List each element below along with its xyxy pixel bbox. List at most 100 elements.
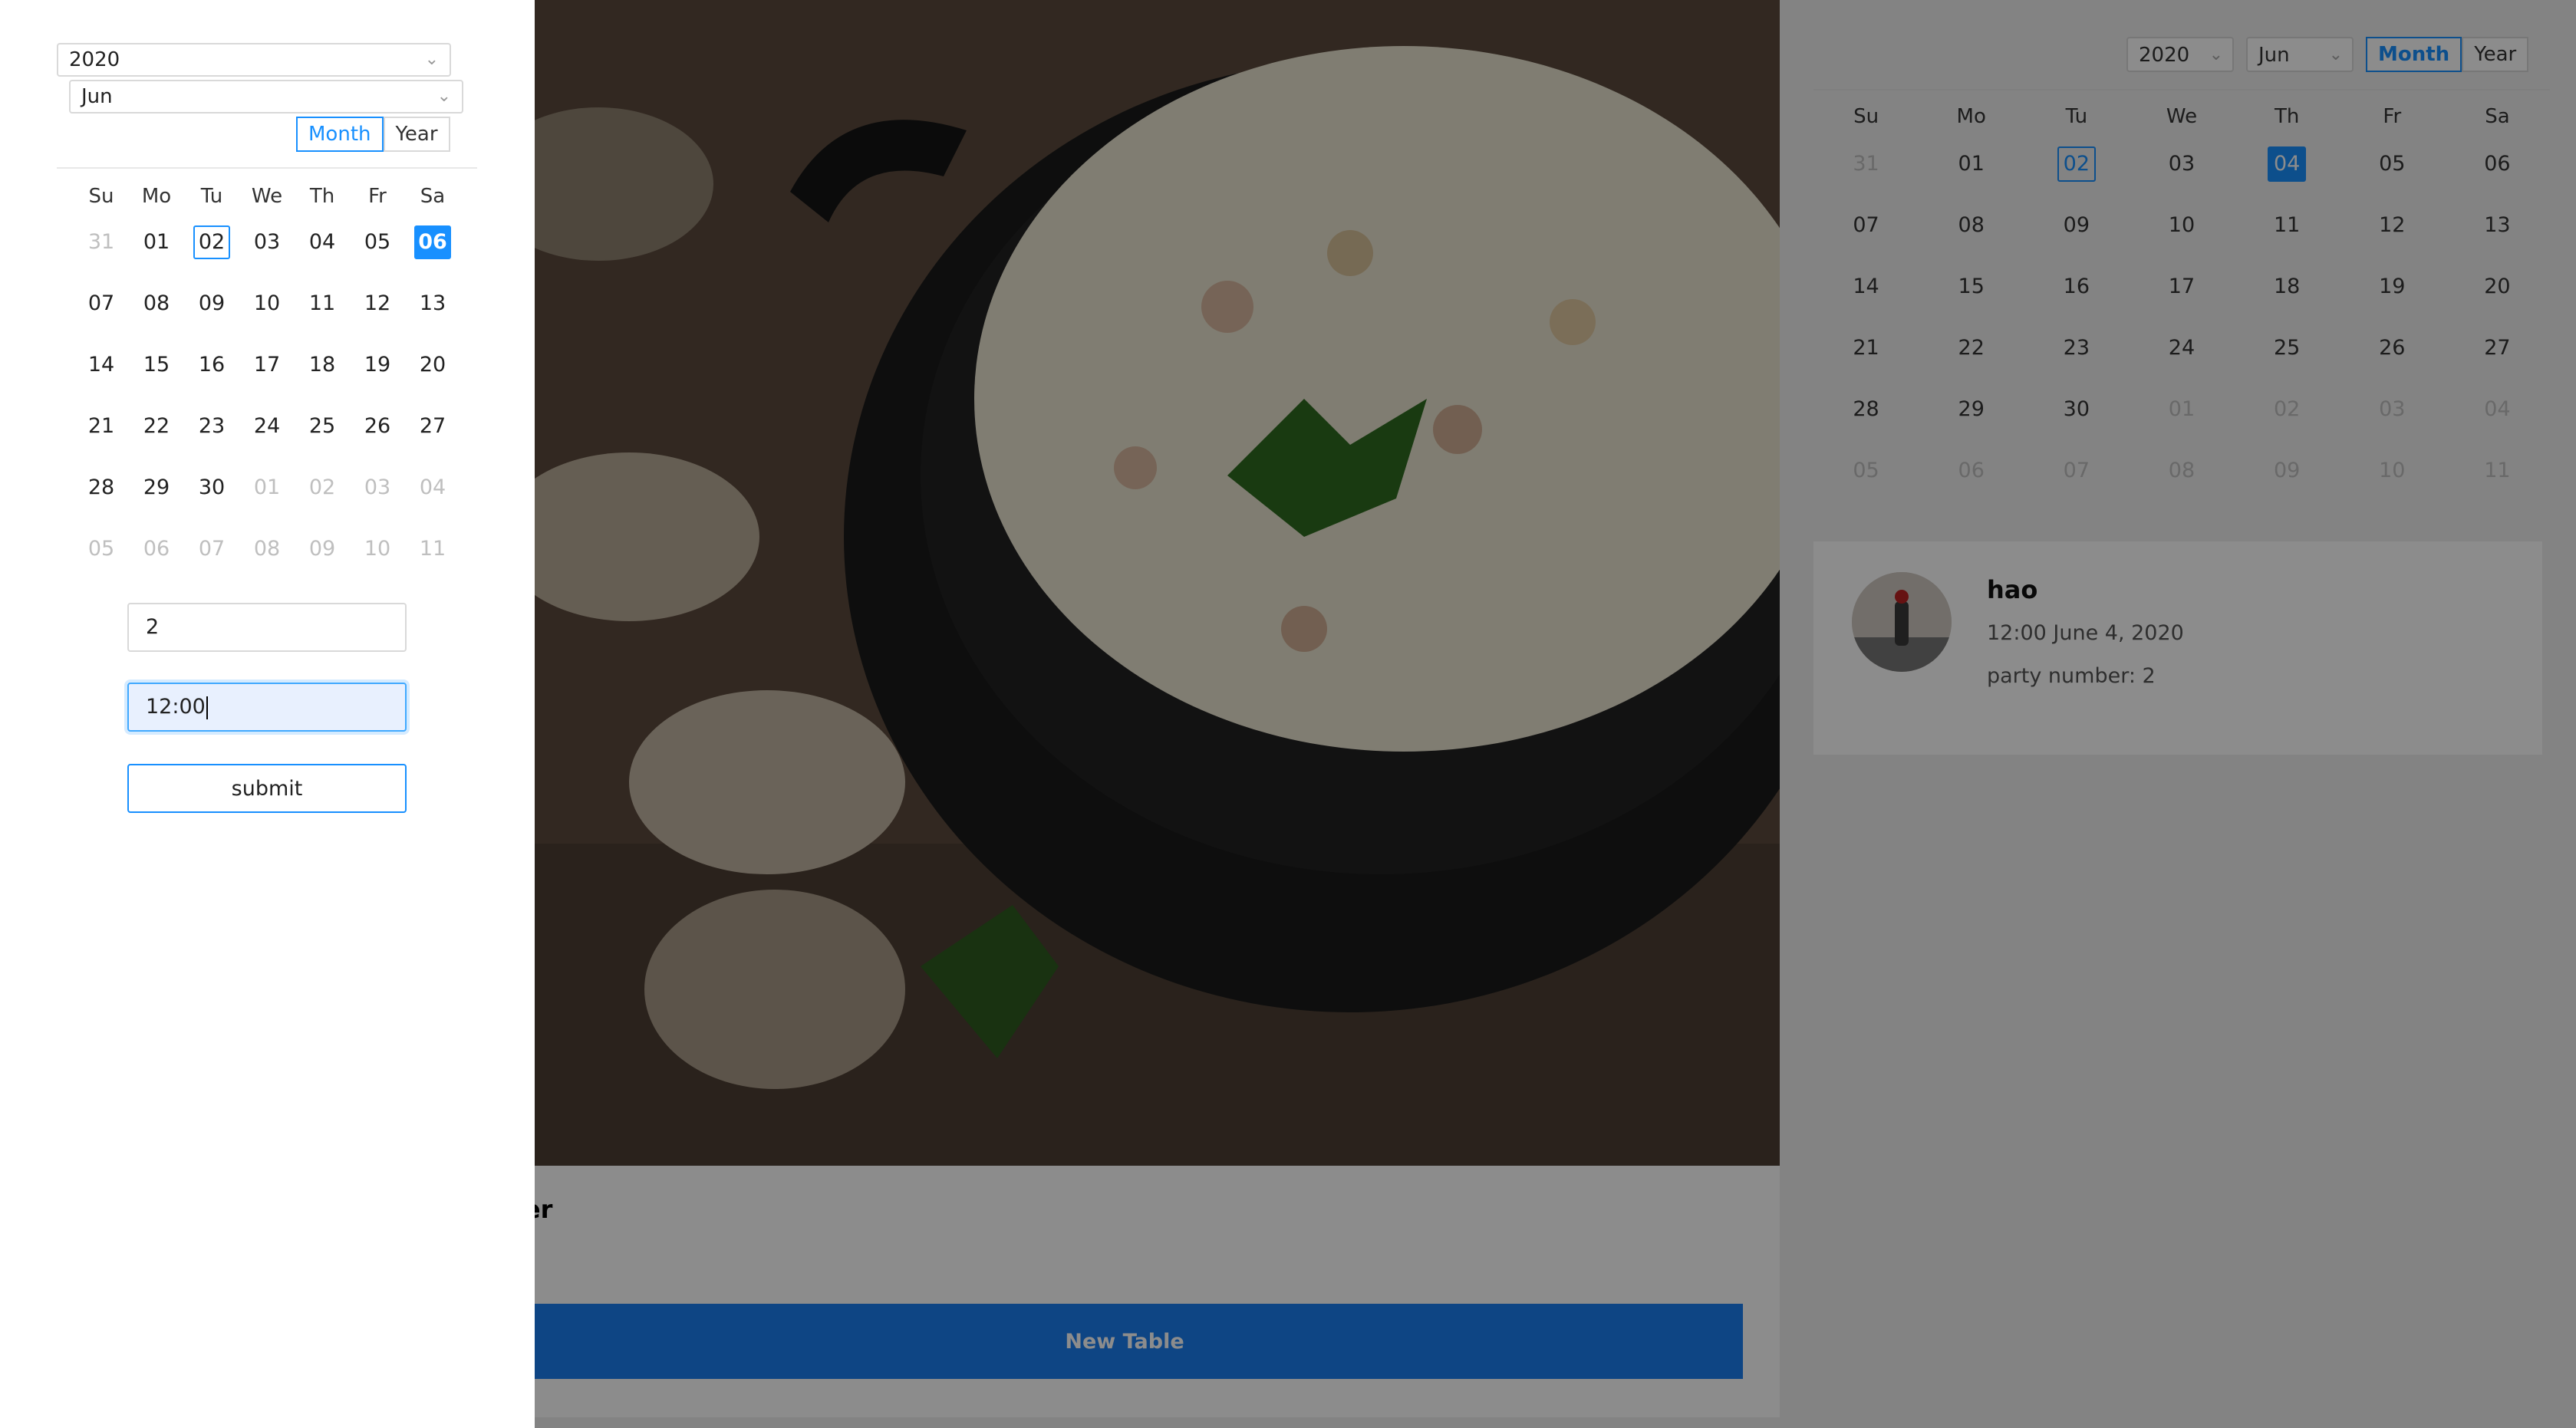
calendar-day-label: 08: [253, 537, 281, 561]
calendar-week-row: 28 29 30 01 02 03 04: [74, 457, 460, 518]
reservation-drawer: 2020 ⌄ Jun ⌄ Month Year Su Mo Tu We Th Fr Sa 31…: [0, 0, 535, 1428]
calendar-day-label: 14: [87, 353, 115, 377]
party-number-value: 2: [146, 615, 160, 639]
calendar-week-row: 07 08 09 10 11 12 13: [74, 273, 460, 334]
drawer-divider: [57, 167, 477, 169]
calendar-day[interactable]: 22: [129, 410, 184, 443]
calendar-day[interactable]: 09: [184, 287, 239, 321]
calendar-day[interactable]: 11: [295, 287, 350, 321]
drawer-year-value: 2020: [69, 48, 120, 71]
time-value: 12:00: [146, 695, 206, 719]
calendar-day-label: 07: [87, 291, 115, 315]
weekday-label: Tu: [200, 185, 223, 208]
calendar-day[interactable]: 27: [405, 410, 460, 443]
calendar-day[interactable]: 10: [350, 532, 405, 566]
calendar-day[interactable]: 02: [295, 471, 350, 505]
calendar-day-label: 19: [364, 353, 391, 377]
calendar-day-label: 05: [364, 230, 391, 254]
calendar-day[interactable]: 17: [239, 348, 295, 382]
calendar-day[interactable]: 14: [74, 348, 129, 382]
calendar-day[interactable]: 02: [184, 225, 239, 259]
calendar-day-label: 13: [419, 291, 446, 315]
calendar-day[interactable]: 05: [350, 225, 405, 259]
party-number-input[interactable]: 2: [127, 603, 407, 652]
calendar-day[interactable]: 01: [129, 225, 184, 259]
chevron-down-icon: ⌄: [436, 87, 451, 106]
drawer-year-select[interactable]: 2020 ⌄: [57, 43, 451, 77]
calendar-day[interactable]: 08: [239, 532, 295, 566]
weekday-label: Su: [88, 185, 114, 208]
calendar-day-label: 06: [143, 537, 170, 561]
calendar-week-row: 14 15 16 17 18 19 20: [74, 334, 460, 396]
calendar-day-label: 02: [193, 225, 230, 259]
calendar-day-label: 06: [414, 225, 451, 259]
calendar-day[interactable]: 19: [350, 348, 405, 382]
drawer-month-calendar: Su Mo Tu We Th Fr Sa 31 01 02 03 04 05 06 07 08 09 10 11 12…: [74, 181, 460, 580]
calendar-day[interactable]: 10: [239, 287, 295, 321]
drawer-mode-month-button[interactable]: Month: [296, 117, 384, 152]
calendar-day[interactable]: 16: [184, 348, 239, 382]
calendar-day[interactable]: 06: [405, 225, 460, 259]
calendar-day[interactable]: 06: [129, 532, 184, 566]
calendar-day-label: 11: [419, 537, 446, 561]
submit-button[interactable]: submit: [127, 764, 407, 813]
calendar-day[interactable]: 31: [74, 225, 129, 259]
calendar-day-label: 01: [143, 230, 170, 254]
calendar-day-label: 26: [364, 414, 391, 438]
calendar-day-label: 10: [364, 537, 391, 561]
calendar-day[interactable]: 01: [239, 471, 295, 505]
calendar-day[interactable]: 15: [129, 348, 184, 382]
drawer-month-value: Jun: [81, 85, 113, 108]
calendar-day-label: 05: [87, 537, 115, 561]
calendar-day[interactable]: 20: [405, 348, 460, 382]
calendar-day[interactable]: 21: [74, 410, 129, 443]
time-input[interactable]: 12:00: [127, 683, 407, 732]
calendar-day[interactable]: 11: [405, 532, 460, 566]
calendar-day[interactable]: 05: [74, 532, 129, 566]
calendar-day-label: 15: [143, 353, 170, 377]
weekday-label: Mo: [141, 185, 172, 208]
calendar-day[interactable]: 04: [405, 471, 460, 505]
calendar-day-label: 04: [308, 230, 336, 254]
calendar-day-label: 29: [143, 475, 170, 499]
calendar-day-label: 02: [308, 475, 336, 499]
calendar-day[interactable]: 09: [295, 532, 350, 566]
calendar-day-label: 28: [87, 475, 115, 499]
calendar-day[interactable]: 13: [405, 287, 460, 321]
app-root: der New Table 2020 ⌄ Jun ⌄ Month Year Su…: [0, 0, 2576, 1428]
calendar-day-label: 31: [87, 230, 115, 254]
calendar-day-label: 24: [253, 414, 281, 438]
weekday-label: Th: [309, 185, 335, 208]
calendar-day[interactable]: 23: [184, 410, 239, 443]
calendar-day[interactable]: 12: [350, 287, 405, 321]
calendar-day[interactable]: 07: [184, 532, 239, 566]
calendar-day[interactable]: 29: [129, 471, 184, 505]
calendar-day[interactable]: 08: [129, 287, 184, 321]
calendar-day-label: 16: [198, 353, 226, 377]
calendar-day[interactable]: 03: [350, 471, 405, 505]
calendar-day-label: 03: [364, 475, 391, 499]
calendar-day[interactable]: 30: [184, 471, 239, 505]
calendar-day[interactable]: 24: [239, 410, 295, 443]
calendar-day[interactable]: 03: [239, 225, 295, 259]
drawer-mode-year-button[interactable]: Year: [383, 117, 450, 152]
calendar-day-label: 11: [308, 291, 336, 315]
calendar-day-label: 09: [308, 537, 336, 561]
text-caret: [206, 696, 208, 719]
calendar-day-label: 23: [198, 414, 226, 438]
calendar-day-label: 21: [87, 414, 115, 438]
chevron-down-icon: ⌄: [424, 50, 439, 69]
calendar-week-row: 31 01 02 03 04 05 06: [74, 212, 460, 273]
calendar-day[interactable]: 26: [350, 410, 405, 443]
calendar-day[interactable]: 07: [74, 287, 129, 321]
drawer-month-select[interactable]: Jun ⌄: [69, 80, 463, 114]
calendar-day-label: 20: [419, 353, 446, 377]
calendar-day[interactable]: 28: [74, 471, 129, 505]
calendar-day-label: 17: [253, 353, 281, 377]
calendar-day-label: 08: [143, 291, 170, 315]
calendar-day[interactable]: 25: [295, 410, 350, 443]
calendar-day-label: 18: [308, 353, 336, 377]
calendar-day[interactable]: 18: [295, 348, 350, 382]
calendar-day[interactable]: 04: [295, 225, 350, 259]
calendar-day-label: 27: [419, 414, 446, 438]
